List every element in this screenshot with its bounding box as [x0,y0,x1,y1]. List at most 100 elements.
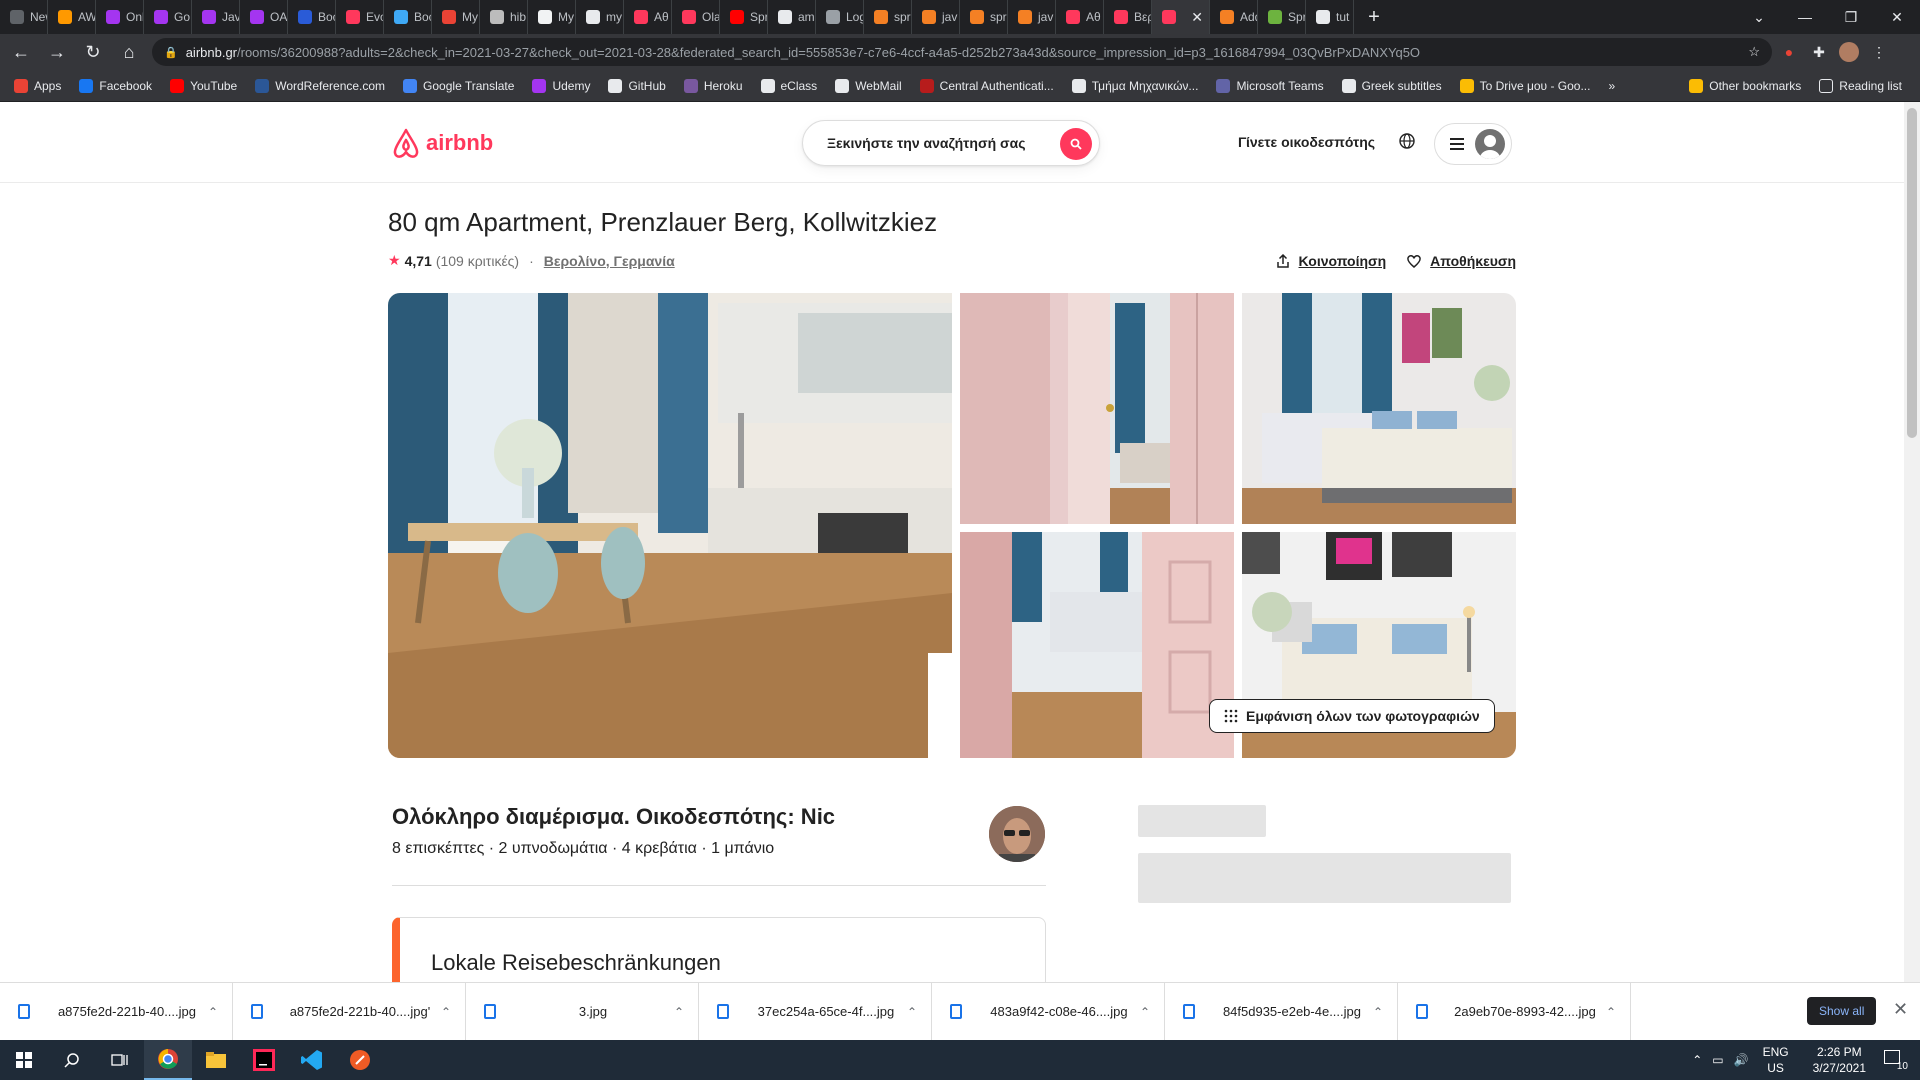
task-view-icon[interactable] [96,1040,144,1080]
bookmark-item[interactable]: To Drive μου - Goo... [1459,78,1590,93]
home-button[interactable]: ⌂ [114,37,144,67]
bookmark-item[interactable]: YouTube [170,78,237,93]
bookmark-item[interactable]: eClass [760,78,817,93]
download-item[interactable]: 37ec254a-65ce-4f....jpg ⌃ [699,982,932,1041]
browser-tab[interactable]: Spr [720,0,768,34]
vscode-icon[interactable] [288,1040,336,1080]
browser-tab[interactable]: AW [48,0,96,34]
photo-door-bedroom-2[interactable] [960,532,1234,758]
browser-tab[interactable]: Jav [192,0,240,34]
bookmark-star-icon[interactable]: ☆ [1748,44,1760,60]
browser-menu-icon[interactable]: ⋮ [1866,39,1892,65]
intellij-icon[interactable] [240,1040,288,1080]
new-tab-button[interactable]: + [1354,0,1394,34]
browser-tab[interactable]: hib [480,0,528,34]
bookmark-item[interactable]: Heroku [683,78,743,93]
browser-tab[interactable]: Αθ [624,0,672,34]
bookmark-item[interactable]: Microsoft Teams [1216,78,1324,93]
search-bar[interactable]: Ξεκινήστε την αναζήτησή σας [802,120,1100,166]
close-window-button[interactable]: ✕ [1874,0,1920,34]
search-icon[interactable] [48,1040,96,1080]
download-item[interactable]: a875fe2d-221b-40....jpg ⌃ [0,982,233,1041]
photo-bedroom-twin[interactable] [1242,293,1516,524]
airbnb-logo[interactable]: airbnb [390,126,493,160]
reading-list[interactable]: Reading list [1819,78,1902,93]
download-options-icon[interactable]: ⌃ [1373,1005,1383,1019]
download-options-icon[interactable]: ⌃ [208,1005,218,1019]
bookmark-item[interactable]: Central Authenticati... [919,78,1054,93]
browser-tab[interactable]: spr [864,0,912,34]
forward-button[interactable]: → [42,37,72,67]
browser-tab[interactable]: Boc [288,0,336,34]
bookmark-item[interactable]: Facebook [79,78,152,93]
postman-icon[interactable] [336,1040,384,1080]
bookmark-item[interactable]: Greek subtitles [1341,78,1442,93]
browser-tab-active[interactable]: ✕ [1152,0,1210,34]
bookmarks-overflow[interactable]: » [1608,79,1615,93]
browser-tab[interactable]: Evo [336,0,384,34]
browser-tab[interactable]: Βερ [1104,0,1152,34]
browser-tab[interactable]: spr [960,0,1008,34]
bookmark-item[interactable]: WordReference.com [255,78,385,93]
browser-tab[interactable]: New Tal [0,0,48,34]
browser-tab[interactable]: Go [144,0,192,34]
browser-tab[interactable]: am [768,0,816,34]
bookmark-item[interactable]: Τμήμα Μηχανικών... [1071,78,1198,93]
browser-tab[interactable]: Boc [384,0,432,34]
reviews-link[interactable]: (109 κριτικές) [436,253,519,269]
photo-door-bedroom[interactable] [960,293,1234,524]
back-button[interactable]: ← [6,37,36,67]
minimize-button[interactable]: — [1782,0,1828,34]
bookmark-item[interactable]: Udemy [532,78,590,93]
close-downloads-icon[interactable]: ✕ [1893,999,1908,1020]
volume-icon[interactable]: 🔊 [1734,1053,1749,1067]
main-photo-kitchen[interactable] [388,293,952,758]
clock[interactable]: 2:26 PM 3/27/2021 [1813,1044,1866,1076]
extension-icon[interactable]: ● [1776,39,1802,65]
page-scrollbar-thumb[interactable] [1907,108,1917,438]
tab-search-icon[interactable]: ⌄ [1736,0,1782,34]
other-bookmarks[interactable]: Other bookmarks [1689,78,1801,93]
share-button[interactable]: Κοινοποίηση [1275,253,1386,269]
browser-tab[interactable]: Spr [1258,0,1306,34]
file-explorer-icon[interactable] [192,1040,240,1080]
downloads-show-all-button[interactable]: Show all [1807,997,1877,1025]
download-item[interactable]: 3.jpg ⌃ [466,982,699,1041]
download-options-icon[interactable]: ⌃ [907,1005,917,1019]
download-item[interactable]: 84f5d935-e2eb-4e....jpg ⌃ [1165,982,1398,1041]
browser-tab[interactable]: Onl [96,0,144,34]
save-button[interactable]: Αποθήκευση [1406,253,1516,269]
address-bar[interactable]: 🔒 airbnb.gr/rooms/36200988?adults=2&chec… [152,38,1772,66]
download-item[interactable]: a875fe2d-221b-40....jpg' ⌃ [233,982,466,1041]
windows-start-icon[interactable] [0,1040,48,1080]
bookmark-item[interactable]: GitHub [608,78,666,93]
notifications-icon[interactable]: 10 [1880,1048,1908,1072]
browser-tab[interactable]: Log [816,0,864,34]
download-options-icon[interactable]: ⌃ [1140,1005,1150,1019]
browser-tab[interactable]: tut [1306,0,1354,34]
download-options-icon[interactable]: ⌃ [674,1005,684,1019]
download-item[interactable]: 2a9eb70e-8993-42....jpg ⌃ [1398,982,1631,1041]
download-options-icon[interactable]: ⌃ [1606,1005,1616,1019]
browser-tab[interactable]: my [576,0,624,34]
download-options-icon[interactable]: ⌃ [441,1005,451,1019]
host-avatar[interactable] [989,806,1045,862]
close-tab-icon[interactable]: ✕ [1191,9,1203,26]
location-link[interactable]: Βερολίνο, Γερμανία [544,253,675,269]
browser-tab[interactable]: My [432,0,480,34]
browser-tab[interactable]: My [528,0,576,34]
browser-tab[interactable]: OA [240,0,288,34]
download-item[interactable]: 483a9f42-c08e-46....jpg ⌃ [932,982,1165,1041]
profile-avatar[interactable] [1836,39,1862,65]
browser-tab[interactable]: Ola [672,0,720,34]
browser-tab[interactable]: jav [1008,0,1056,34]
browser-tab[interactable]: Add [1210,0,1258,34]
show-all-photos-button[interactable]: Εμφάνιση όλων των φωτογραφιών [1209,699,1495,733]
chrome-taskbar-icon[interactable] [144,1040,192,1080]
battery-icon[interactable]: ▭ [1712,1053,1723,1067]
search-button[interactable] [1060,128,1092,160]
become-host-link[interactable]: Γίνετε οικοδεσπότης [1238,134,1375,150]
language-indicator[interactable]: ENG US [1763,1044,1789,1076]
language-globe-icon[interactable] [1398,132,1416,155]
restore-button[interactable]: ❐ [1828,0,1874,34]
